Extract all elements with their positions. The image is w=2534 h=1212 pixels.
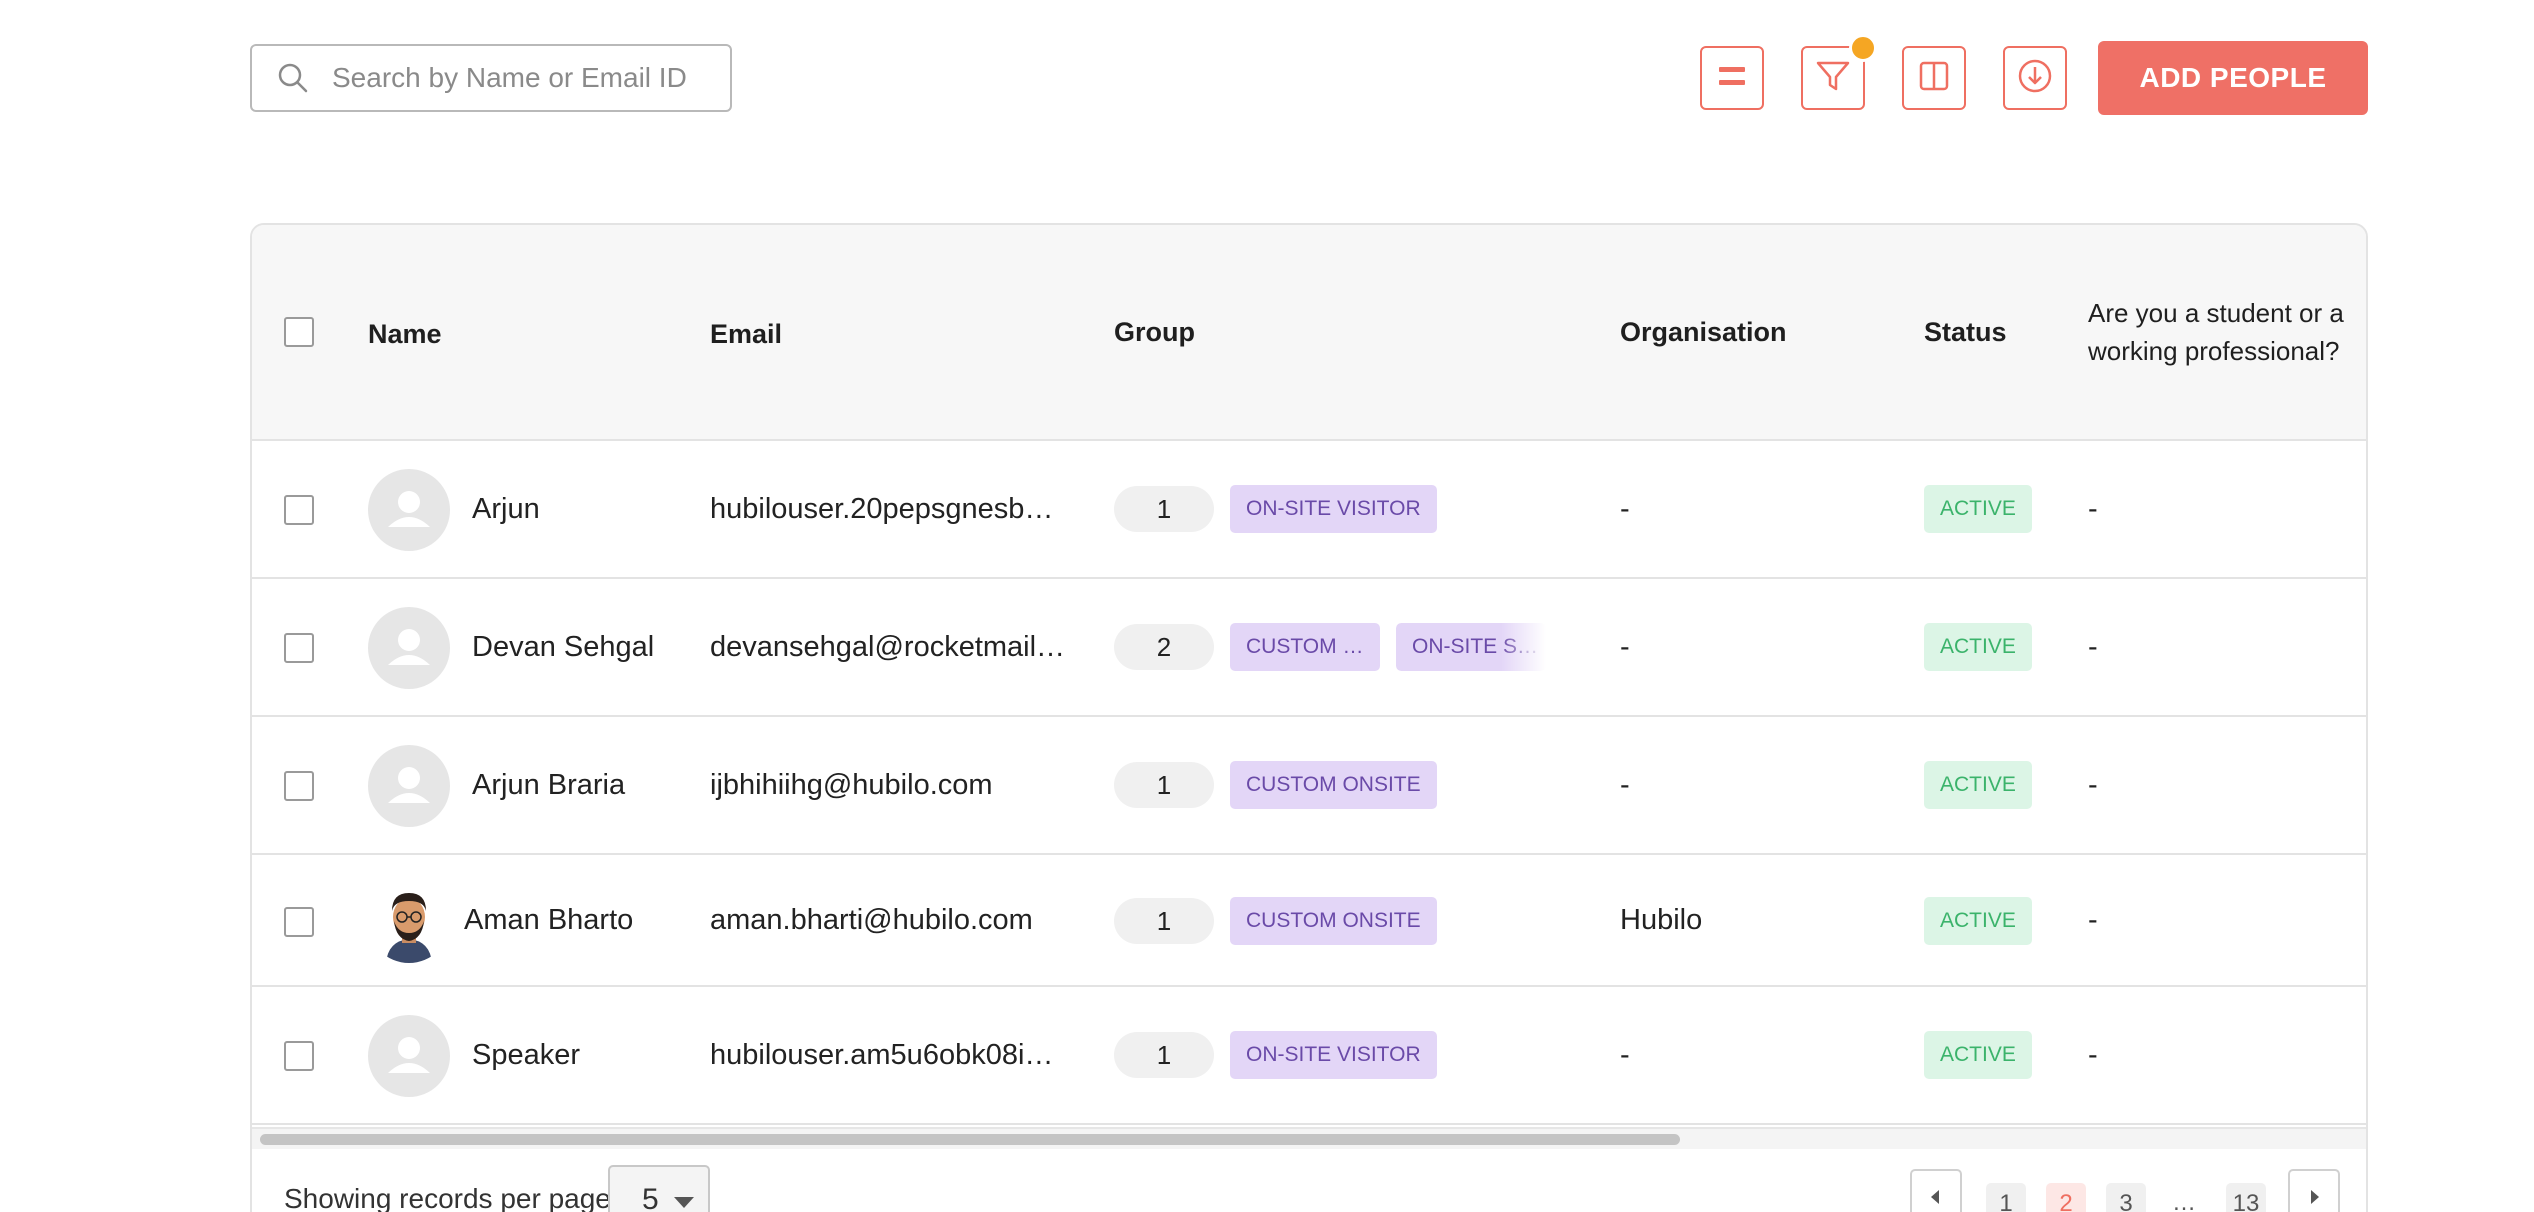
group-tag: ON-SITE S… — [1396, 623, 1546, 671]
status-badge: ACTIVE — [1924, 623, 2032, 671]
row-answer: - — [2088, 631, 2098, 663]
row-name: Arjun — [472, 493, 540, 525]
column-header-organisation[interactable]: Organisation — [1620, 313, 1787, 351]
group-count[interactable]: 1 — [1114, 1032, 1214, 1078]
row-name: Arjun Braria — [472, 769, 626, 801]
page-ellipsis: … — [2172, 1189, 2196, 1212]
caret-left-icon — [1931, 1190, 1939, 1204]
status-badge: ACTIVE — [1924, 485, 2032, 533]
per-page-value: 5 — [642, 1183, 659, 1212]
prev-page-button[interactable] — [1910, 1169, 1962, 1212]
group-count[interactable]: 2 — [1114, 624, 1214, 670]
row-organisation: - — [1620, 769, 1630, 801]
row-checkbox[interactable] — [284, 633, 314, 663]
row-email: ijbhihiihg@hubilo.com — [710, 769, 993, 801]
page-3[interactable]: 3 — [2106, 1183, 2146, 1212]
row-checkbox[interactable] — [284, 771, 314, 801]
table-row[interactable]: Arjun hubilouser.20pepsgnesb… 1 ON-SITE … — [252, 441, 2366, 579]
column-header-name[interactable]: Name — [368, 315, 442, 353]
user-placeholder-icon — [388, 1037, 430, 1073]
column-header-question-line2: working professional? — [2088, 336, 2340, 366]
caret-right-icon — [2311, 1190, 2319, 1204]
filter-button[interactable] — [1801, 34, 1877, 110]
group-tag: CUSTOM ONSITE — [1230, 897, 1437, 945]
page-2[interactable]: 2 — [2046, 1183, 2086, 1212]
column-header-question[interactable]: Are you a student or a working professio… — [2088, 294, 2366, 370]
user-placeholder-icon — [388, 491, 430, 527]
columns-icon — [1916, 58, 1952, 99]
list-view-icon — [1714, 58, 1750, 99]
table-header: Name Email Group Organisation Status Are… — [252, 225, 2366, 441]
horizontal-scrollbar[interactable] — [252, 1127, 2366, 1149]
status-badge: ACTIVE — [1924, 897, 2032, 945]
list-view-button[interactable] — [1700, 46, 1764, 110]
filter-indicator-badge — [1849, 34, 1877, 62]
search-input[interactable] — [332, 62, 712, 94]
row-checkbox[interactable] — [284, 1041, 314, 1071]
status-badge: ACTIVE — [1924, 761, 2032, 809]
per-page-label: Showing records per page — [284, 1183, 611, 1212]
row-organisation: - — [1620, 1039, 1630, 1071]
select-all-checkbox[interactable] — [284, 317, 314, 347]
row-organisation: - — [1620, 493, 1630, 525]
row-organisation: - — [1620, 631, 1630, 663]
download-icon — [2016, 57, 2054, 100]
row-checkbox[interactable] — [284, 907, 314, 937]
avatar — [368, 881, 450, 963]
avatar — [368, 607, 450, 689]
row-email: hubilouser.20pepsgnesb… — [710, 493, 1054, 525]
row-checkbox[interactable] — [284, 495, 314, 525]
row-answer: - — [2088, 769, 2098, 801]
search-icon — [276, 60, 312, 96]
table-row[interactable]: Arjun Braria ijbhihiihg@hubilo.com 1 CUS… — [252, 717, 2366, 855]
row-answer: - — [2088, 904, 2098, 936]
row-name: Speaker — [472, 1039, 581, 1071]
user-placeholder-icon — [388, 767, 430, 803]
group-tag: ON-SITE VISITOR — [1230, 1031, 1437, 1079]
page-1[interactable]: 1 — [1986, 1183, 2026, 1212]
row-email: hubilouser.am5u6obk08i… — [710, 1039, 1054, 1071]
row-name: Devan Sehgal — [472, 631, 655, 663]
add-people-button[interactable]: ADD PEOPLE — [2098, 41, 2368, 115]
scrollbar-thumb[interactable] — [260, 1134, 1680, 1145]
row-organisation: Hubilo — [1620, 904, 1703, 936]
group-count[interactable]: 1 — [1114, 486, 1214, 532]
avatar — [368, 1015, 450, 1097]
row-email: devansehgal@rocketmail… — [710, 631, 1066, 663]
group-count[interactable]: 1 — [1114, 762, 1214, 808]
people-table: Name Email Group Organisation Status Are… — [250, 223, 2368, 1212]
status-badge: ACTIVE — [1924, 1031, 2032, 1079]
group-tag: CUSTOM … — [1230, 623, 1380, 671]
row-email: aman.bharti@hubilo.com — [710, 904, 1033, 936]
column-header-email[interactable]: Email — [710, 315, 782, 353]
table-row[interactable]: Devan Sehgal devansehgal@rocketmail… 2 C… — [252, 579, 2366, 717]
group-count[interactable]: 1 — [1114, 898, 1214, 944]
row-answer: - — [2088, 493, 2098, 525]
next-page-button[interactable] — [2288, 1169, 2340, 1212]
column-header-status[interactable]: Status — [1924, 313, 2007, 351]
table-row[interactable]: Speaker hubilouser.am5u6obk08i… 1 ON-SIT… — [252, 987, 2366, 1125]
search-box[interactable] — [250, 44, 732, 112]
columns-button[interactable] — [1902, 46, 1966, 110]
download-button[interactable] — [2003, 46, 2067, 110]
column-header-group[interactable]: Group — [1114, 313, 1195, 351]
caret-down-icon — [674, 1197, 694, 1208]
column-header-question-line1: Are you a student or a — [2088, 298, 2344, 328]
per-page-select[interactable]: 5 — [608, 1165, 710, 1212]
group-tag: CUSTOM ONSITE — [1230, 761, 1437, 809]
table-row[interactable]: Aman Bharto aman.bharti@hubilo.com 1 CUS… — [252, 855, 2366, 987]
user-placeholder-icon — [388, 629, 430, 665]
user-photo-avatar — [386, 893, 432, 963]
filter-icon — [1814, 57, 1852, 100]
avatar — [368, 745, 450, 827]
row-name: Aman Bharto — [464, 904, 634, 936]
avatar — [368, 469, 450, 551]
row-answer: - — [2088, 1039, 2098, 1071]
group-tag: ON-SITE VISITOR — [1230, 485, 1437, 533]
page-13[interactable]: 13 — [2226, 1183, 2266, 1212]
